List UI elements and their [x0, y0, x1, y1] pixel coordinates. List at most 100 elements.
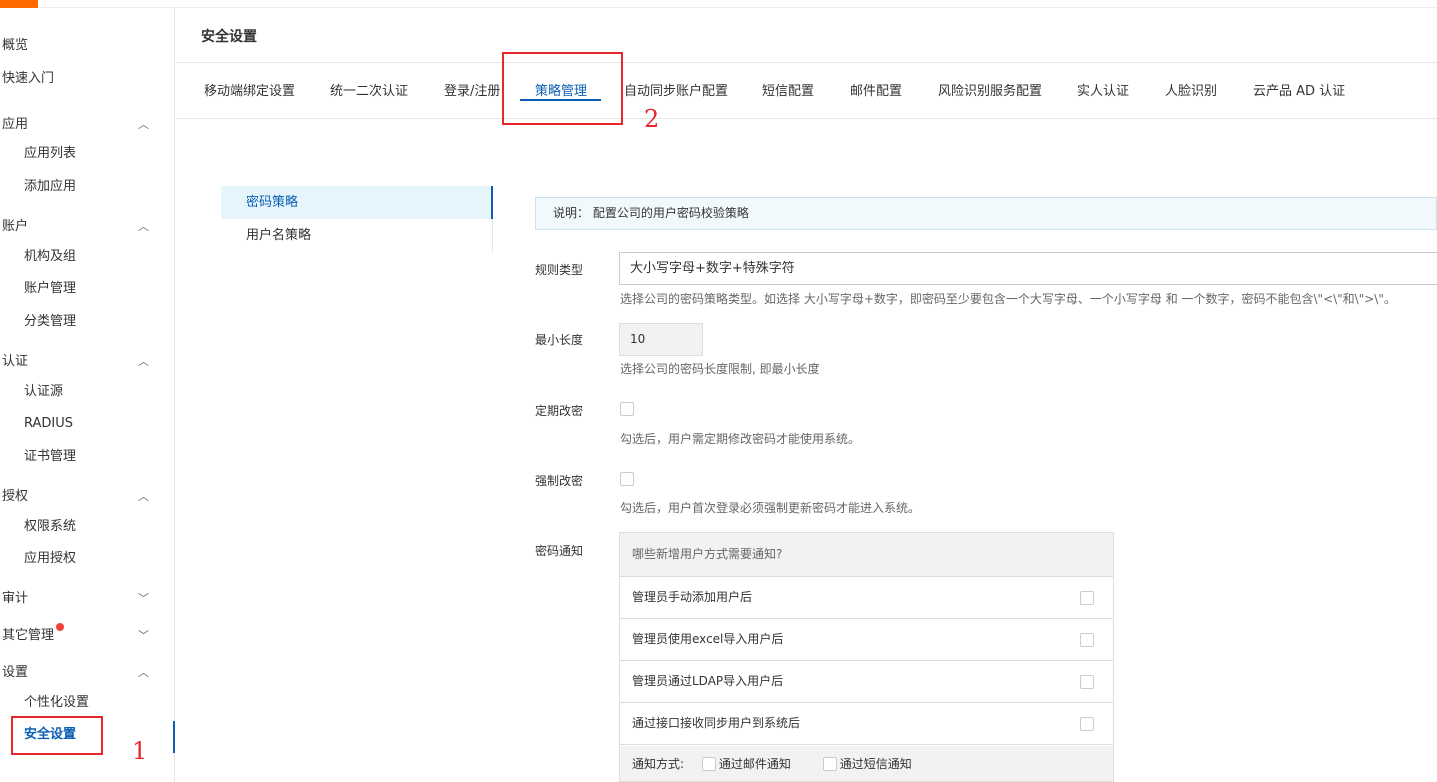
sidebar-item-label: 应用授权 [24, 551, 77, 566]
sidebar-group-accounts[interactable]: 账户 ︿ [0, 212, 175, 242]
sidebar-item-quickstart[interactable]: 快速入门 [0, 64, 175, 94]
tab-cloud-ad-auth[interactable]: 云产品 AD 认证 [1253, 80, 1345, 99]
min-length-help: 选择公司的密码长度限制, 即最小长度 [620, 362, 820, 376]
tab-email-config[interactable]: 邮件配置 [850, 80, 902, 99]
sidebar-group-authorization[interactable]: 授权 ︿ [0, 482, 175, 512]
sidebar-group-settings[interactable]: 设置 ︿ [0, 658, 175, 688]
sidebar-item-personalization[interactable]: 个性化设置 [0, 688, 175, 718]
annotation-number-1: 1 [132, 737, 148, 765]
sidebar-item-label: 其它管理 [2, 628, 55, 643]
sidebar-item-label: 认证 [2, 354, 29, 369]
policy-menu: 密码策略 用户名策略 [221, 186, 493, 252]
sidebar-item-label: 设置 [2, 665, 29, 680]
sidebar-item-account-mgmt[interactable]: 账户管理 [0, 274, 175, 304]
notify-method-row: 通知方式: 通过邮件通知 通过短信通知 [620, 746, 1113, 781]
sidebar-item-radius[interactable]: RADIUS [0, 409, 175, 439]
force-change-label: 强制改密 [535, 474, 584, 488]
notification-badge [56, 623, 65, 631]
chevron-down-icon: ﹀ [138, 629, 149, 642]
tab-real-person-auth[interactable]: 实人认证 [1077, 80, 1129, 99]
sidebar: 概览 快速入门 应用 ︿ 应用列表 添加应用 账户 ︿ 机构及组 账户管理 分类管理… [0, 8, 175, 782]
notify-excel-import-checkbox[interactable] [1080, 633, 1094, 647]
notify-manual-add-checkbox[interactable] [1080, 591, 1094, 605]
sidebar-group-audit[interactable]: 审计 ﹀ [0, 584, 175, 614]
notify-row-label: 管理员使用excel导入用户后 [632, 632, 784, 646]
sidebar-item-label: 添加应用 [24, 179, 77, 194]
tab-auto-sync[interactable]: 自动同步账户配置 [624, 80, 728, 99]
password-notify-table: 哪些新增用户方式需要通知? 管理员手动添加用户后 管理员使用excel导入用户后… [619, 532, 1114, 782]
sidebar-item-label: 应用列表 [24, 146, 77, 161]
sidebar-item-label: 账户管理 [24, 281, 77, 296]
notify-method-label: 通知方式: [632, 757, 685, 771]
table-row: 管理员手动添加用户后 [620, 577, 1113, 619]
min-length-label: 最小长度 [535, 333, 584, 347]
sidebar-item-label: 个性化设置 [24, 695, 90, 710]
chevron-up-icon: ︿ [138, 490, 149, 503]
notify-by-email-option[interactable]: 通过邮件通知 [701, 756, 791, 771]
table-row: 通过接口接收同步用户到系统后 [620, 703, 1113, 745]
sidebar-item-label: 机构及组 [24, 249, 77, 264]
force-change-checkbox[interactable] [620, 472, 634, 486]
tab-sms-config[interactable]: 短信配置 [762, 80, 814, 99]
notify-row-label: 通过接口接收同步用户到系统后 [632, 716, 801, 730]
page-title: 安全设置 [201, 29, 257, 45]
sidebar-item-overview[interactable]: 概览 [0, 31, 175, 61]
policy-menu-password[interactable]: 密码策略 [221, 186, 493, 219]
policy-menu-username[interactable]: 用户名策略 [221, 219, 493, 252]
sidebar-item-org-groups[interactable]: 机构及组 [0, 242, 175, 272]
periodic-change-label: 定期改密 [535, 404, 584, 418]
annotation-box-2 [502, 52, 623, 125]
notify-api-sync-checkbox[interactable] [1080, 717, 1094, 731]
info-note: 说明： 配置公司的用户密码校验策略 [535, 197, 1437, 230]
table-row: 管理员使用excel导入用户后 [620, 619, 1113, 661]
sidebar-item-auth-source[interactable]: 认证源 [0, 377, 175, 407]
table-row: 管理员通过LDAP导入用户后 [620, 661, 1113, 703]
rule-type-help: 选择公司的密码策略类型。如选择 大小写字母+数字，即密码至少要包含一个大写字母、… [620, 292, 1396, 306]
tab-unified-2fa[interactable]: 统一二次认证 [330, 80, 408, 99]
rule-type-select[interactable]: 大小写字母+数字+特殊字符 [619, 252, 1437, 285]
periodic-change-help: 勾选后，用户需定期修改密码才能使用系统。 [620, 432, 861, 446]
tab-mobile-binding[interactable]: 移动端绑定设置 [204, 80, 295, 99]
sidebar-item-cert-mgmt[interactable]: 证书管理 [0, 442, 175, 472]
sidebar-item-permission-system[interactable]: 权限系统 [0, 512, 175, 542]
rule-type-label: 规则类型 [535, 263, 584, 277]
sidebar-item-label: 授权 [2, 489, 29, 504]
notify-ldap-import-checkbox[interactable] [1080, 675, 1094, 689]
notify-by-email-checkbox[interactable] [701, 756, 716, 771]
sidebar-item-label: 认证源 [24, 384, 64, 399]
brand-logo-mark [0, 0, 38, 8]
top-bar [38, 0, 1437, 8]
notify-question: 哪些新增用户方式需要通知? [620, 533, 1113, 577]
annotation-box-1 [11, 716, 103, 755]
sidebar-group-apps[interactable]: 应用 ︿ [0, 110, 175, 140]
notify-row-label: 管理员手动添加用户后 [632, 590, 753, 604]
tab-bar: 移动端绑定设置 统一二次认证 登录/注册 策略管理 自动同步账户配置 短信配置 … [176, 63, 1437, 119]
notify-row-label: 管理员通过LDAP导入用户后 [632, 674, 784, 688]
annotation-number-2: 2 [644, 105, 660, 133]
sidebar-item-label: 账户 [2, 219, 29, 234]
sidebar-item-label: 分类管理 [24, 314, 77, 329]
chevron-up-icon: ︿ [138, 666, 149, 679]
min-length-input[interactable]: 10 [619, 323, 703, 356]
sidebar-item-app-authorization[interactable]: 应用授权 [0, 544, 175, 574]
tab-risk-service[interactable]: 风险识别服务配置 [938, 80, 1042, 99]
sidebar-group-other-mgmt[interactable]: 其它管理 ﹀ [0, 621, 175, 651]
chevron-up-icon: ︿ [138, 355, 149, 368]
notify-by-sms-checkbox[interactable] [822, 756, 837, 771]
periodic-change-checkbox[interactable] [620, 402, 634, 416]
notify-by-sms-label: 通过短信通知 [839, 757, 912, 771]
sidebar-item-app-list[interactable]: 应用列表 [0, 139, 175, 169]
sidebar-group-auth[interactable]: 认证 ︿ [0, 347, 175, 377]
notify-by-sms-option[interactable]: 通过短信通知 [822, 756, 912, 771]
sidebar-item-label: 快速入门 [2, 71, 55, 86]
sidebar-item-label: 应用 [2, 117, 29, 132]
tab-face-recognition[interactable]: 人脸识别 [1165, 80, 1217, 99]
sidebar-item-label: 概览 [2, 38, 29, 53]
sidebar-item-label: 审计 [2, 591, 29, 606]
chevron-up-icon: ︿ [138, 220, 149, 233]
tab-login-register[interactable]: 登录/注册 [444, 80, 500, 99]
sidebar-item-category-mgmt[interactable]: 分类管理 [0, 307, 175, 337]
password-notify-label: 密码通知 [535, 544, 584, 558]
sidebar-item-add-app[interactable]: 添加应用 [0, 172, 175, 202]
sidebar-item-label: RADIUS [24, 416, 74, 431]
